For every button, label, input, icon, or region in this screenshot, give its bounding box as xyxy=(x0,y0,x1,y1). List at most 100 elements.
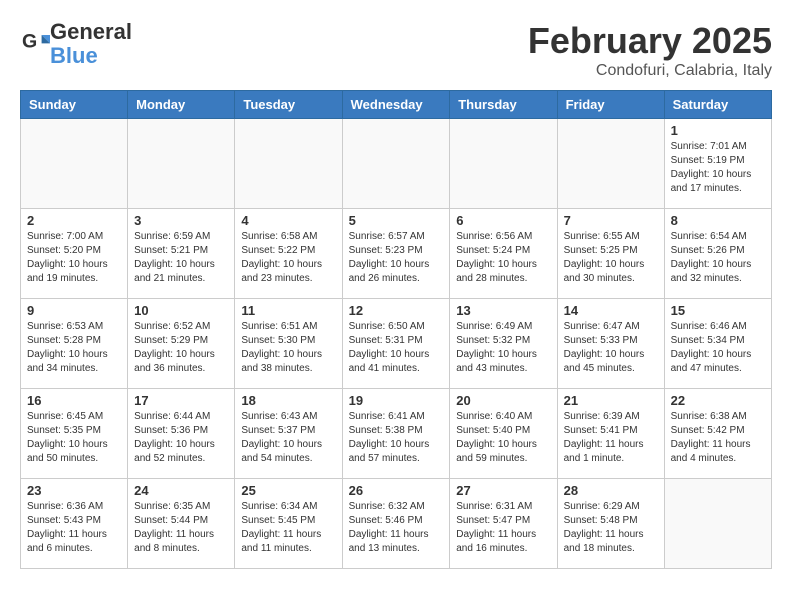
calendar-cell-w3-d3: 11 Sunrise: 6:51 AM Sunset: 5:30 PM Dayli… xyxy=(235,299,342,389)
day-number: 15 xyxy=(671,303,765,318)
day-number: 11 xyxy=(241,303,335,318)
calendar-cell-w4-d4: 19 Sunrise: 6:41 AM Sunset: 5:38 PM Dayli… xyxy=(342,389,450,479)
calendar-week-1: 1Sunrise: 7:01 AM Sunset: 5:19 PM Daylig… xyxy=(21,119,772,209)
day-number: 18 xyxy=(241,393,335,408)
day-info: Sunrise: 6:44 AM Sunset: 5:36 PM Dayligh… xyxy=(134,410,228,466)
day-number: 28 xyxy=(564,483,658,498)
day-info: Sunrise: 6:40 AM Sunset: 5:40 PM Dayligh… xyxy=(456,410,550,466)
header-monday: Monday xyxy=(128,91,235,119)
calendar-cell-w3-d7: 15 Sunrise: 6:46 AM Sunset: 5:34 PM Dayli… xyxy=(664,299,771,389)
calendar-cell-w1-d2 xyxy=(128,119,235,209)
day-number: 4 xyxy=(241,213,335,228)
day-number: 8 xyxy=(671,213,765,228)
day-info: Sunrise: 6:45 AM Sunset: 5:35 PM Dayligh… xyxy=(27,410,121,466)
calendar-cell-w5-d1: 23Sunrise: 6:36 AM Sunset: 5:43 PM Dayli… xyxy=(21,479,128,569)
logo-icon: G xyxy=(22,28,50,56)
day-info: Sunrise: 6:55 AM Sunset: 5:25 PM Dayligh… xyxy=(564,230,658,286)
calendar-header-row: Sunday Monday Tuesday Wednesday Thursday… xyxy=(21,91,772,119)
calendar-cell-w4-d3: 18 Sunrise: 6:43 AM Sunset: 5:37 PM Dayli… xyxy=(235,389,342,479)
calendar-cell-w4-d2: 17 Sunrise: 6:44 AM Sunset: 5:36 PM Dayli… xyxy=(128,389,235,479)
day-info: Sunrise: 6:31 AM Sunset: 5:47 PM Dayligh… xyxy=(456,500,550,556)
svg-text:G: G xyxy=(22,30,37,52)
day-info: Sunrise: 6:54 AM Sunset: 5:26 PM Dayligh… xyxy=(671,230,765,286)
day-number: 13 xyxy=(456,303,550,318)
day-info: Sunrise: 6:53 AM Sunset: 5:28 PM Dayligh… xyxy=(27,320,121,376)
calendar-cell-w4-d6: 21 Sunrise: 6:39 AM Sunset: 5:41 PM Dayli… xyxy=(557,389,664,479)
day-info: Sunrise: 6:29 AM Sunset: 5:48 PM Dayligh… xyxy=(564,500,658,556)
calendar-cell-w5-d4: 26 Sunrise: 6:32 AM Sunset: 5:46 PM Dayli… xyxy=(342,479,450,569)
calendar-week-2: 2 Sunrise: 7:00 AM Sunset: 5:20 PM Daylig… xyxy=(21,209,772,299)
day-number: 9 xyxy=(27,303,121,318)
calendar-cell-w1-d4 xyxy=(342,119,450,209)
day-info: Sunrise: 6:43 AM Sunset: 5:37 PM Dayligh… xyxy=(241,410,335,466)
calendar-cell-w2-d6: 7 Sunrise: 6:55 AM Sunset: 5:25 PM Daylig… xyxy=(557,209,664,299)
calendar-cell-w2-d7: 8 Sunrise: 6:54 AM Sunset: 5:26 PM Daylig… xyxy=(664,209,771,299)
day-info: Sunrise: 6:35 AM Sunset: 5:44 PM Dayligh… xyxy=(134,500,228,556)
day-number: 26 xyxy=(349,483,444,498)
calendar-cell-w2-d4: 5Sunrise: 6:57 AM Sunset: 5:23 PM Daylig… xyxy=(342,209,450,299)
calendar-cell-w1-d6 xyxy=(557,119,664,209)
calendar-cell-w2-d5: 6 Sunrise: 6:56 AM Sunset: 5:24 PM Daylig… xyxy=(450,209,557,299)
title-area: February 2025 Condofuri, Calabria, Italy xyxy=(528,20,772,80)
day-info: Sunrise: 6:41 AM Sunset: 5:38 PM Dayligh… xyxy=(349,410,444,466)
day-number: 3 xyxy=(134,213,228,228)
day-number: 16 xyxy=(27,393,121,408)
calendar-cell-w5-d3: 25 Sunrise: 6:34 AM Sunset: 5:45 PM Dayli… xyxy=(235,479,342,569)
page-header: G GeneralBlue February 2025 Condofuri, C… xyxy=(20,20,772,80)
calendar-week-4: 16 Sunrise: 6:45 AM Sunset: 5:35 PM Dayli… xyxy=(21,389,772,479)
calendar-cell-w3-d2: 10 Sunrise: 6:52 AM Sunset: 5:29 PM Dayli… xyxy=(128,299,235,389)
calendar-cell-w1-d5 xyxy=(450,119,557,209)
header-saturday: Saturday xyxy=(664,91,771,119)
day-number: 19 xyxy=(349,393,444,408)
calendar-cell-w5-d7 xyxy=(664,479,771,569)
day-number: 12 xyxy=(349,303,444,318)
calendar-week-5: 23Sunrise: 6:36 AM Sunset: 5:43 PM Dayli… xyxy=(21,479,772,569)
calendar-cell-w3-d6: 14 Sunrise: 6:47 AM Sunset: 5:33 PM Dayli… xyxy=(557,299,664,389)
calendar-cell-w4-d7: 22Sunrise: 6:38 AM Sunset: 5:42 PM Dayli… xyxy=(664,389,771,479)
day-info: Sunrise: 6:46 AM Sunset: 5:34 PM Dayligh… xyxy=(671,320,765,376)
day-info: Sunrise: 6:59 AM Sunset: 5:21 PM Dayligh… xyxy=(134,230,228,286)
calendar-cell-w1-d1 xyxy=(21,119,128,209)
day-number: 21 xyxy=(564,393,658,408)
day-number: 5 xyxy=(349,213,444,228)
logo: G GeneralBlue xyxy=(20,20,132,68)
calendar-cell-w3-d5: 13 Sunrise: 6:49 AM Sunset: 5:32 PM Dayli… xyxy=(450,299,557,389)
calendar-cell-w3-d4: 12 Sunrise: 6:50 AM Sunset: 5:31 PM Dayli… xyxy=(342,299,450,389)
day-info: Sunrise: 6:58 AM Sunset: 5:22 PM Dayligh… xyxy=(241,230,335,286)
calendar-week-3: 9 Sunrise: 6:53 AM Sunset: 5:28 PM Daylig… xyxy=(21,299,772,389)
day-number: 7 xyxy=(564,213,658,228)
calendar-cell-w4-d5: 20Sunrise: 6:40 AM Sunset: 5:40 PM Dayli… xyxy=(450,389,557,479)
day-info: Sunrise: 6:56 AM Sunset: 5:24 PM Dayligh… xyxy=(456,230,550,286)
calendar-cell-w1-d3 xyxy=(235,119,342,209)
header-friday: Friday xyxy=(557,91,664,119)
calendar-cell-w1-d7: 1Sunrise: 7:01 AM Sunset: 5:19 PM Daylig… xyxy=(664,119,771,209)
calendar-cell-w4-d1: 16 Sunrise: 6:45 AM Sunset: 5:35 PM Dayli… xyxy=(21,389,128,479)
day-info: Sunrise: 6:50 AM Sunset: 5:31 PM Dayligh… xyxy=(349,320,444,376)
day-info: Sunrise: 6:38 AM Sunset: 5:42 PM Dayligh… xyxy=(671,410,765,466)
day-info: Sunrise: 6:49 AM Sunset: 5:32 PM Dayligh… xyxy=(456,320,550,376)
header-wednesday: Wednesday xyxy=(342,91,450,119)
day-number: 27 xyxy=(456,483,550,498)
day-info: Sunrise: 6:34 AM Sunset: 5:45 PM Dayligh… xyxy=(241,500,335,556)
day-info: Sunrise: 7:00 AM Sunset: 5:20 PM Dayligh… xyxy=(27,230,121,286)
day-info: Sunrise: 6:39 AM Sunset: 5:41 PM Dayligh… xyxy=(564,410,658,466)
day-info: Sunrise: 6:32 AM Sunset: 5:46 PM Dayligh… xyxy=(349,500,444,556)
calendar-cell-w3-d1: 9 Sunrise: 6:53 AM Sunset: 5:28 PM Daylig… xyxy=(21,299,128,389)
day-number: 10 xyxy=(134,303,228,318)
day-info: Sunrise: 6:51 AM Sunset: 5:30 PM Dayligh… xyxy=(241,320,335,376)
day-number: 6 xyxy=(456,213,550,228)
day-info: Sunrise: 6:52 AM Sunset: 5:29 PM Dayligh… xyxy=(134,320,228,376)
day-number: 25 xyxy=(241,483,335,498)
day-number: 14 xyxy=(564,303,658,318)
header-thursday: Thursday xyxy=(450,91,557,119)
location-title: Condofuri, Calabria, Italy xyxy=(528,62,772,80)
calendar-cell-w2-d1: 2 Sunrise: 7:00 AM Sunset: 5:20 PM Daylig… xyxy=(21,209,128,299)
header-tuesday: Tuesday xyxy=(235,91,342,119)
calendar-table: Sunday Monday Tuesday Wednesday Thursday… xyxy=(20,90,772,569)
day-number: 17 xyxy=(134,393,228,408)
day-number: 24 xyxy=(134,483,228,498)
header-sunday: Sunday xyxy=(21,91,128,119)
day-number: 2 xyxy=(27,213,121,228)
day-info: Sunrise: 6:36 AM Sunset: 5:43 PM Dayligh… xyxy=(27,500,121,556)
day-info: Sunrise: 6:47 AM Sunset: 5:33 PM Dayligh… xyxy=(564,320,658,376)
